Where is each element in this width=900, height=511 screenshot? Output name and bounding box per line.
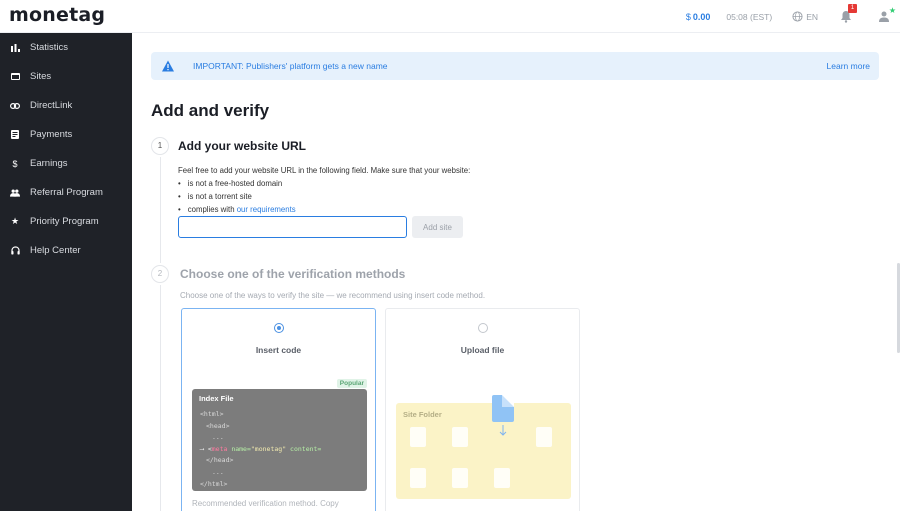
- file-icon: [536, 427, 552, 447]
- requirements-list: is not a free-hosted domain is not a tor…: [178, 177, 470, 216]
- link-icon: [10, 101, 20, 111]
- sidebar: Statistics Sites DirectLink Payments $ E…: [0, 33, 132, 511]
- folder-body: Site Folder: [396, 403, 571, 499]
- file-icon: [452, 468, 468, 488]
- server-time: 05:08 (EST): [726, 11, 773, 22]
- index-file-illustration: Index File <html> <head>... ⟶ <meta name="…: [192, 379, 367, 491]
- method-label: Upload file: [460, 345, 505, 355]
- sidebar-item-label: Payments: [30, 129, 73, 140]
- folder-label: Site Folder: [403, 410, 442, 419]
- sidebar-item-statistics[interactable]: Statistics: [0, 33, 132, 62]
- sidebar-item-directlink[interactable]: DirectLink: [0, 91, 132, 120]
- sidebar-item-label: Earnings: [30, 158, 68, 169]
- requirement-item: is not a torrent site: [178, 190, 470, 203]
- code-snippet: <html> <head>... ⟶ <meta name="monetag" co…: [200, 409, 321, 490]
- code-line: <html>: [200, 410, 224, 418]
- requirement-item: is not a free-hosted domain: [178, 177, 470, 190]
- step-2-description: Choose one of the ways to verify the sit…: [180, 291, 486, 300]
- sidebar-item-referral-program[interactable]: Referral Program: [0, 178, 132, 207]
- code-token: "monetag": [250, 444, 287, 453]
- language-selector[interactable]: EN: [792, 11, 818, 22]
- step-2-number: 2: [151, 265, 169, 283]
- method-card-insert-code[interactable]: Insert code Index File <html> <head>... ⟶ …: [181, 308, 376, 511]
- star-icon: ★: [10, 216, 20, 226]
- code-line: </html>: [200, 479, 228, 488]
- requirements-link[interactable]: our requirements: [237, 205, 296, 214]
- sidebar-nav: Statistics Sites DirectLink Payments $ E…: [0, 33, 132, 265]
- step-1-intro: Feel free to add your website URL in the…: [178, 166, 471, 175]
- balance-value: 0.00: [692, 11, 711, 22]
- language-label: EN: [806, 11, 818, 22]
- file-icon: [452, 427, 468, 447]
- code-line: ...: [212, 433, 224, 442]
- people-icon: [10, 188, 20, 198]
- popular-badge: Popular: [336, 379, 367, 388]
- main-content: IMPORTANT: Publishers' platform gets a n…: [132, 33, 900, 511]
- arrow-down-icon: [499, 425, 507, 436]
- code-preview: Index File <html> <head>... ⟶ <meta name="…: [192, 389, 367, 491]
- step-connector: [160, 157, 161, 263]
- announcement-banner: IMPORTANT: Publishers' platform gets a n…: [151, 52, 879, 80]
- sidebar-item-label: Priority Program: [30, 216, 99, 227]
- banner-message: IMPORTANT: Publishers' platform gets a n…: [193, 61, 388, 71]
- method-card-upload-file[interactable]: Upload file Site Folder: [385, 308, 580, 511]
- step-1-description: Feel free to add your website URL in the…: [178, 164, 470, 216]
- user-menu[interactable]: ★: [878, 6, 896, 24]
- top-bar: monetag $0.00 05:08 (EST) EN 1 ★: [0, 0, 900, 33]
- sidebar-item-earnings[interactable]: $ Earnings: [0, 149, 132, 178]
- currency-symbol: $: [685, 11, 691, 22]
- method-footnote: Recommended verification method. Copy: [192, 499, 339, 508]
- sidebar-item-label: Referral Program: [30, 187, 103, 198]
- file-icon: [410, 427, 426, 447]
- globe-icon: [792, 11, 803, 22]
- balance[interactable]: $0.00: [686, 12, 711, 22]
- code-line: <head>: [206, 421, 230, 430]
- step-1-number: 1: [151, 137, 169, 155]
- sidebar-item-label: DirectLink: [30, 100, 73, 111]
- status-star-icon: ★: [888, 5, 896, 15]
- folder-label: Index File: [199, 394, 234, 403]
- file-icon: [410, 468, 426, 488]
- learn-more-link[interactable]: Learn more: [827, 61, 870, 71]
- top-bar-right: $0.00 05:08 (EST) EN 1 ★: [686, 0, 896, 33]
- brand-logo[interactable]: monetag: [9, 4, 105, 26]
- sidebar-item-sites[interactable]: Sites: [0, 62, 132, 91]
- file-icon: [494, 468, 510, 488]
- method-radio-upload-file[interactable]: [477, 323, 488, 333]
- code-line-meta: ⟶ <meta name="monetag" content=: [200, 444, 321, 456]
- method-radio-insert-code[interactable]: [273, 323, 284, 333]
- warning-icon: [162, 60, 174, 72]
- window-icon: [10, 72, 20, 82]
- code-arrow: ⟶: [200, 444, 208, 453]
- site-folder-illustration: Site Folder: [396, 389, 571, 501]
- document-icon: [10, 130, 20, 140]
- website-url-input[interactable]: [178, 216, 407, 238]
- bar-chart-icon: [10, 43, 20, 53]
- code-line: ...: [212, 467, 224, 476]
- dollar-icon: $: [12, 158, 18, 169]
- notifications-button[interactable]: 1: [840, 3, 857, 24]
- step-2-title: Choose one of the verification methods: [180, 267, 406, 281]
- sidebar-item-payments[interactable]: Payments: [0, 120, 132, 149]
- add-site-button[interactable]: Add site: [412, 216, 463, 238]
- sidebar-item-help-center[interactable]: Help Center: [0, 236, 132, 265]
- sidebar-item-label: Statistics: [30, 42, 69, 53]
- requirement-prefix: complies with: [187, 205, 237, 214]
- step-1-title: Add your website URL: [178, 139, 307, 153]
- code-token: meta: [211, 444, 228, 453]
- upload-file-icon: [492, 395, 514, 422]
- headset-icon: [10, 246, 20, 256]
- page-title: Add and verify: [151, 101, 270, 120]
- sidebar-item-label: Help Center: [30, 245, 81, 256]
- step-connector: [160, 285, 161, 511]
- notification-badge: 1: [848, 3, 857, 13]
- sidebar-item-priority-program[interactable]: ★ Priority Program: [0, 207, 132, 236]
- code-token: name=: [227, 444, 251, 453]
- requirement-item: complies with our requirements: [178, 203, 470, 216]
- method-label: Insert code: [255, 345, 302, 355]
- code-line: </head>: [206, 456, 234, 465]
- code-token: content=: [286, 444, 322, 453]
- sidebar-item-label: Sites: [30, 71, 52, 82]
